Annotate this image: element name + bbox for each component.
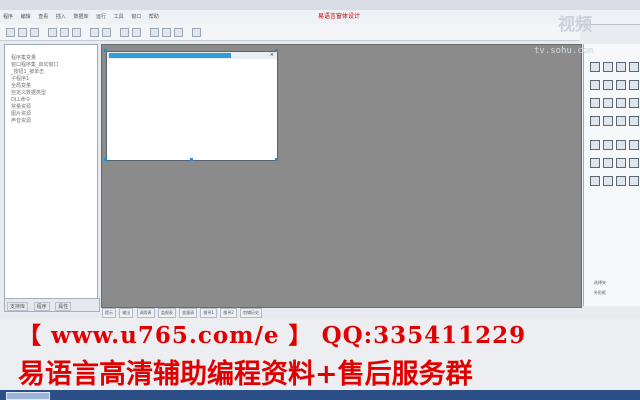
tab-support-library[interactable]: 支持库: [7, 302, 29, 311]
tab-properties[interactable]: 属性: [55, 302, 72, 311]
frame-icon[interactable]: [629, 98, 639, 108]
scrollbar-icon[interactable]: [603, 98, 613, 108]
form-title-highlight: [109, 53, 231, 58]
image-list-icon[interactable]: [629, 116, 639, 126]
checkbox-icon[interactable]: [603, 80, 613, 90]
list-view-icon[interactable]: [603, 158, 613, 168]
paste-icon[interactable]: [72, 28, 81, 37]
menu-item-run[interactable]: 运行: [96, 13, 106, 20]
new-icon[interactable]: [6, 28, 15, 37]
resize-handle[interactable]: [104, 158, 107, 161]
label-icon[interactable]: [603, 62, 613, 72]
timer-icon[interactable]: [616, 98, 626, 108]
resize-handle[interactable]: [275, 158, 278, 161]
align-right-icon[interactable]: [174, 28, 183, 37]
editbox-icon[interactable]: [629, 62, 639, 72]
design-form[interactable]: ×: [106, 51, 278, 161]
printer-icon[interactable]: [603, 176, 613, 186]
copy-icon[interactable]: [60, 28, 69, 37]
undo-icon[interactable]: [90, 28, 99, 37]
ide-window: 程序 编辑 查看 插入 数据库 运行 工具 窗口 帮助 易语言窗体设计 程序集变…: [0, 0, 640, 400]
menu-item-program[interactable]: 程序: [3, 13, 13, 20]
tab-control-icon[interactable]: [616, 116, 626, 126]
tree-item[interactable]: 图片资源: [11, 111, 59, 118]
listbox-icon[interactable]: [590, 98, 600, 108]
menu-item-view[interactable]: 查看: [38, 13, 48, 20]
picture-icon[interactable]: [590, 80, 600, 90]
taskbar: [0, 390, 640, 400]
align-center-icon[interactable]: [162, 28, 171, 37]
tree-item[interactable]: 自定义数据类型: [11, 90, 59, 97]
resize-handle[interactable]: [104, 49, 107, 52]
grid-icon[interactable]: [192, 28, 201, 37]
menu-item-tools[interactable]: 工具: [114, 13, 124, 20]
palette-label[interactable]: 选择夹: [594, 280, 606, 286]
date-icon[interactable]: [590, 140, 600, 150]
tree-item[interactable]: 程序集变量: [11, 55, 59, 62]
tree-ctl-icon[interactable]: [590, 158, 600, 168]
socket-icon[interactable]: [590, 176, 600, 186]
close-icon[interactable]: ×: [270, 52, 274, 58]
progress-icon[interactable]: [590, 116, 600, 126]
menu-item-edit[interactable]: 编辑: [21, 13, 31, 20]
redo-icon[interactable]: [102, 28, 111, 37]
pointer-icon[interactable]: [590, 62, 600, 72]
slider-icon[interactable]: [603, 116, 613, 126]
project-tree-panel: 程序集变量 窗口程序集_启动窗口 _按钮1_被单击 子程序1 全局变量 自定义数…: [4, 44, 98, 300]
menu-item-help[interactable]: 帮助: [149, 13, 159, 20]
status-bar-icon[interactable]: [629, 140, 639, 150]
watermark-logo: 视频: [558, 15, 592, 35]
align-left-icon[interactable]: [150, 28, 159, 37]
calendar-icon[interactable]: [603, 140, 613, 150]
folder-box-icon[interactable]: [629, 176, 639, 186]
palette-label[interactable]: 外形框: [594, 290, 606, 296]
tree-item[interactable]: DLL命令: [11, 97, 59, 104]
tree-item[interactable]: _按钮1_被单击: [11, 69, 59, 76]
resize-handle[interactable]: [275, 49, 278, 52]
watermark-url: tv.sohu.com: [534, 46, 594, 56]
window-title-strip: [0, 0, 640, 10]
ad-line-1: 【 www.u765.com/e 】 QQ:335411229: [18, 322, 527, 349]
tree-item[interactable]: 子程序1: [11, 76, 59, 83]
ad-line-2: 易语言高清辅助编程资料+售后服务群: [18, 359, 473, 390]
stop-icon[interactable]: [132, 28, 141, 37]
button-icon[interactable]: [616, 62, 626, 72]
form-title-bar[interactable]: ×: [107, 52, 277, 59]
menu-item-insert[interactable]: 插入: [56, 13, 66, 20]
window-title: 易语言窗体设计: [318, 13, 361, 20]
combobox-icon[interactable]: [629, 80, 639, 90]
tree-item[interactable]: 全局变量: [11, 83, 59, 90]
toolbar: [0, 24, 580, 41]
radio-icon[interactable]: [616, 80, 626, 90]
toolbar-ctl-icon[interactable]: [616, 140, 626, 150]
left-panel-tabs: 支持库 程序 属性: [4, 298, 100, 312]
rich-edit-icon[interactable]: [616, 158, 626, 168]
project-tree: 程序集变量 窗口程序集_启动窗口 _按钮1_被单击 子程序1 全局变量 自定义数…: [11, 55, 59, 125]
save-icon[interactable]: [30, 28, 39, 37]
resize-handle[interactable]: [190, 158, 193, 161]
tree-item[interactable]: 窗口程序集_启动窗口: [11, 62, 59, 69]
run-icon[interactable]: [120, 28, 129, 37]
drive-box-icon[interactable]: [616, 176, 626, 186]
open-icon[interactable]: [18, 28, 27, 37]
tab-program[interactable]: 程序: [33, 302, 50, 311]
cut-icon[interactable]: [48, 28, 57, 37]
tree-item[interactable]: 常量资源: [11, 104, 59, 111]
taskbar-button[interactable]: [6, 392, 50, 400]
menu-item-window[interactable]: 窗口: [131, 13, 141, 20]
ip-box-icon[interactable]: [629, 158, 639, 168]
tree-item[interactable]: 声音资源: [11, 118, 59, 125]
menu-item-database[interactable]: 数据库: [73, 13, 88, 20]
